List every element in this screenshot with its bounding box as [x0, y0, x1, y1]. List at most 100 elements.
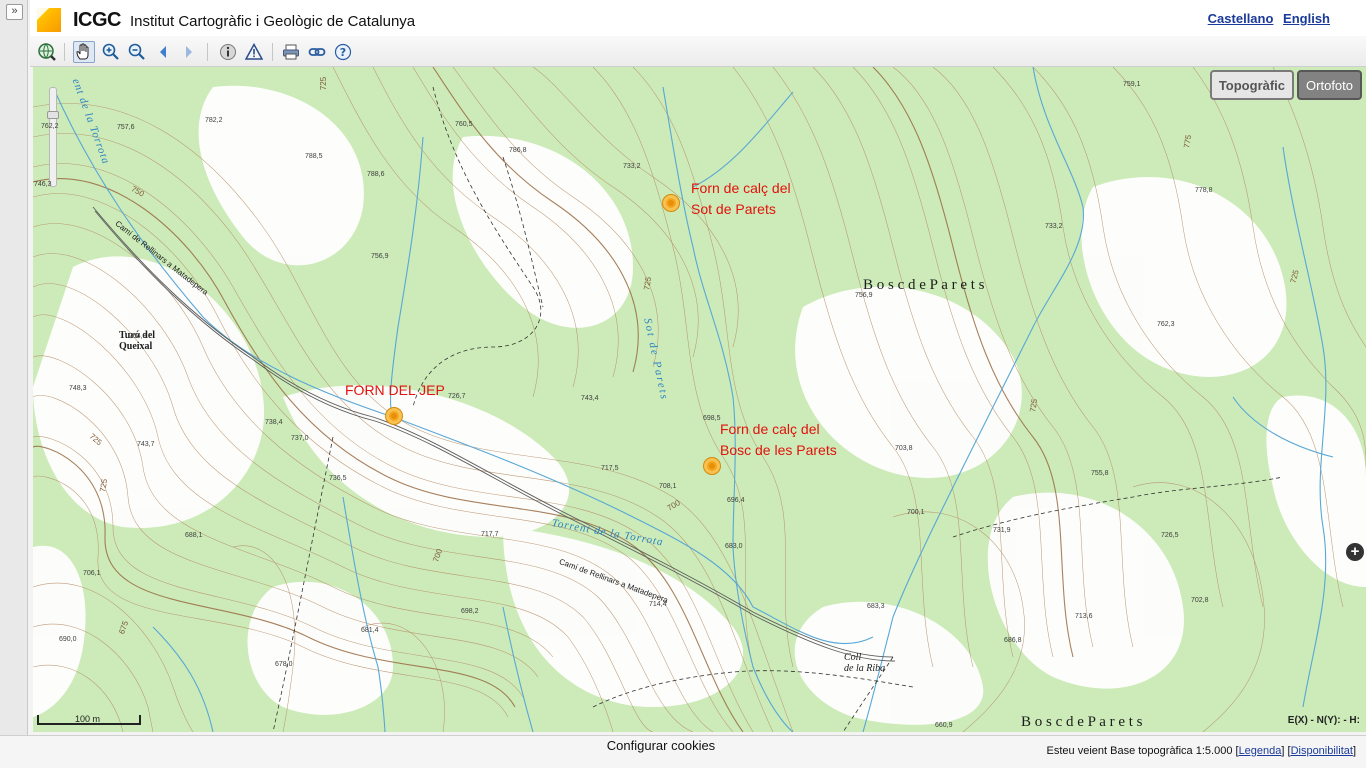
organization-name: Institut Cartogràfic i Geològic de Catal…	[130, 13, 416, 30]
spot-elevation: 755,8	[1091, 470, 1109, 477]
spot-elevation: 681,4	[361, 627, 379, 634]
poi-label-forn-bosc-de-les-parets[interactable]: Forn de calç del	[720, 419, 820, 440]
pan-hand-icon[interactable]	[73, 41, 95, 63]
poi-label-forn-del-jep[interactable]: FORN DEL JEP	[345, 380, 445, 401]
spot-elevation: 683,3	[867, 603, 885, 610]
toponym-turo-del-queixal-2: Queixal	[119, 341, 153, 352]
zoom-slider[interactable]	[47, 87, 59, 187]
spot-elevation: 726,7	[448, 393, 466, 400]
svg-text:?: ?	[340, 46, 346, 59]
expand-right-panel-button[interactable]: +	[1346, 543, 1364, 561]
spot-elevation: 731,9	[993, 527, 1011, 534]
topographic-basemap	[33, 67, 1366, 732]
spot-elevation: 703,8	[895, 445, 913, 452]
status-text: Esteu veient Base topogràfica 1:5.000 [L…	[1046, 745, 1356, 757]
spot-elevation: 748,3	[69, 385, 87, 392]
spot-elevation: 746,3	[34, 181, 52, 188]
spot-elevation: 743,7	[137, 441, 155, 448]
language-english-link[interactable]: English	[1283, 11, 1330, 26]
poi-label-forn-sot-de-parets[interactable]: Forn de calç del	[691, 178, 791, 199]
status-base-layer: Esteu veient Base topogràfica 1:5.000	[1046, 745, 1233, 757]
spot-elevation: 708,1	[659, 483, 677, 490]
spot-elevation: 717,7	[481, 531, 499, 538]
spot-elevation: 660,9	[935, 722, 953, 729]
poi-marker-forn-del-jep[interactable]	[386, 408, 402, 424]
toponym-bosc-de-parets: B o s c d e P a r e t s	[863, 277, 985, 293]
map-viewport[interactable]: Topogràfic Ortofoto B o s c d e P a r e …	[33, 67, 1366, 732]
spot-elevation: 759,1	[1123, 81, 1141, 88]
toponym-bosc-de-parets-bottom: B o s c d e P a r e t s	[1021, 714, 1143, 730]
help-icon[interactable]: ?	[332, 41, 354, 63]
spot-elevation: 726,5	[1161, 532, 1179, 539]
zoom-out-icon[interactable]	[126, 41, 148, 63]
warning-icon[interactable]	[243, 41, 265, 63]
spot-elevation: 713,6	[1075, 613, 1093, 620]
spot-elevation: 756,9	[371, 253, 389, 260]
spot-elevation: 683,0	[725, 543, 743, 550]
toponym-coll-de-la-riba: Coll	[844, 652, 862, 663]
spot-elevation: 762,3	[1157, 321, 1175, 328]
poi-label-forn-sot-de-parets-2[interactable]: Sot de Parets	[691, 199, 776, 220]
spot-elevation: 698,5	[703, 415, 721, 422]
info-icon[interactable]	[217, 41, 239, 63]
spot-elevation: 737,0	[291, 435, 309, 442]
toolbar-separator	[272, 43, 273, 61]
footer-bar: Configurar cookies Esteu veient Base top…	[0, 735, 1366, 768]
poi-label-forn-bosc-de-les-parets-2[interactable]: Bosc de les Parets	[720, 440, 837, 461]
map-toolbar: ?	[30, 36, 1366, 67]
next-view-icon[interactable]	[178, 41, 200, 63]
app-header: ICGC Institut Cartogràfic i Geològic de …	[30, 0, 1366, 36]
spot-elevation: 736,5	[329, 475, 347, 482]
expand-panel-button[interactable]: »	[6, 4, 23, 20]
print-icon[interactable]	[280, 41, 302, 63]
link-icon[interactable]	[306, 41, 328, 63]
layer-switcher: Topogràfic Ortofoto	[1209, 70, 1362, 100]
spot-elevation: 786,8	[509, 147, 527, 154]
spot-elevation: 686,8	[1004, 637, 1022, 644]
language-switcher: Castellano English	[1202, 11, 1330, 26]
globe-search-icon[interactable]	[36, 41, 58, 63]
scale-label: 100 m	[75, 714, 101, 724]
spot-elevation: 714,4	[649, 601, 667, 608]
spot-elevation: 788,6	[367, 171, 385, 178]
zoom-slider-thumb[interactable]	[47, 111, 59, 119]
spot-elevation: 702,8	[1191, 597, 1209, 604]
availability-link[interactable]: Disponibilitat	[1291, 745, 1353, 757]
poi-marker-forn-sot-de-parets[interactable]	[663, 195, 679, 211]
logo-text: ICGC	[73, 9, 122, 31]
spot-elevation: 696,4	[727, 497, 745, 504]
spot-elevation: 738,4	[265, 419, 283, 426]
toponym-coll-de-la-riba-2: de la Riba	[844, 663, 886, 674]
language-castellano-link[interactable]: Castellano	[1208, 11, 1274, 26]
spot-elevation: 733,2	[1045, 223, 1063, 230]
spot-elevation: 760,5	[455, 121, 473, 128]
contour-label: 725	[319, 76, 329, 91]
spot-elevation: 717,5	[601, 465, 619, 472]
toolbar-separator	[64, 43, 65, 61]
side-panel-collapsed: »	[0, 0, 28, 735]
spot-elevation: 756,9	[855, 292, 873, 299]
spot-elevation: 733,2	[623, 163, 641, 170]
spot-elevation: 757,6	[117, 124, 135, 131]
spot-elevation: 700,1	[907, 509, 925, 516]
spot-elevation: 678,0	[275, 661, 293, 668]
spot-elevation: 698,2	[461, 608, 479, 615]
legend-link[interactable]: Legenda	[1239, 745, 1282, 757]
spot-elevation: 706,1	[83, 570, 101, 577]
topographic-layer-button[interactable]: Topogràfic	[1209, 70, 1295, 100]
previous-view-icon[interactable]	[152, 41, 174, 63]
spot-elevation: 778,8	[1195, 187, 1213, 194]
zoom-in-icon[interactable]	[100, 41, 122, 63]
spot-elevation: 688,1	[185, 532, 203, 539]
spot-elevation: 788,5	[305, 153, 323, 160]
icgc-logo-icon	[37, 8, 61, 32]
spot-elevation: 743,4	[581, 395, 599, 402]
poi-marker-forn-bosc-de-les-parets[interactable]	[704, 458, 720, 474]
spot-elevation: 690,0	[59, 636, 77, 643]
toolbar-separator	[207, 43, 208, 61]
spot-elevation: 762,2	[41, 123, 59, 130]
orthophoto-layer-button[interactable]: Ortofoto	[1297, 70, 1362, 100]
cursor-coordinates: E(X) - N(Y): - H:	[1287, 715, 1360, 726]
spot-elevation: 782,2	[205, 117, 223, 124]
spot-elevation: 764,8	[129, 333, 147, 340]
